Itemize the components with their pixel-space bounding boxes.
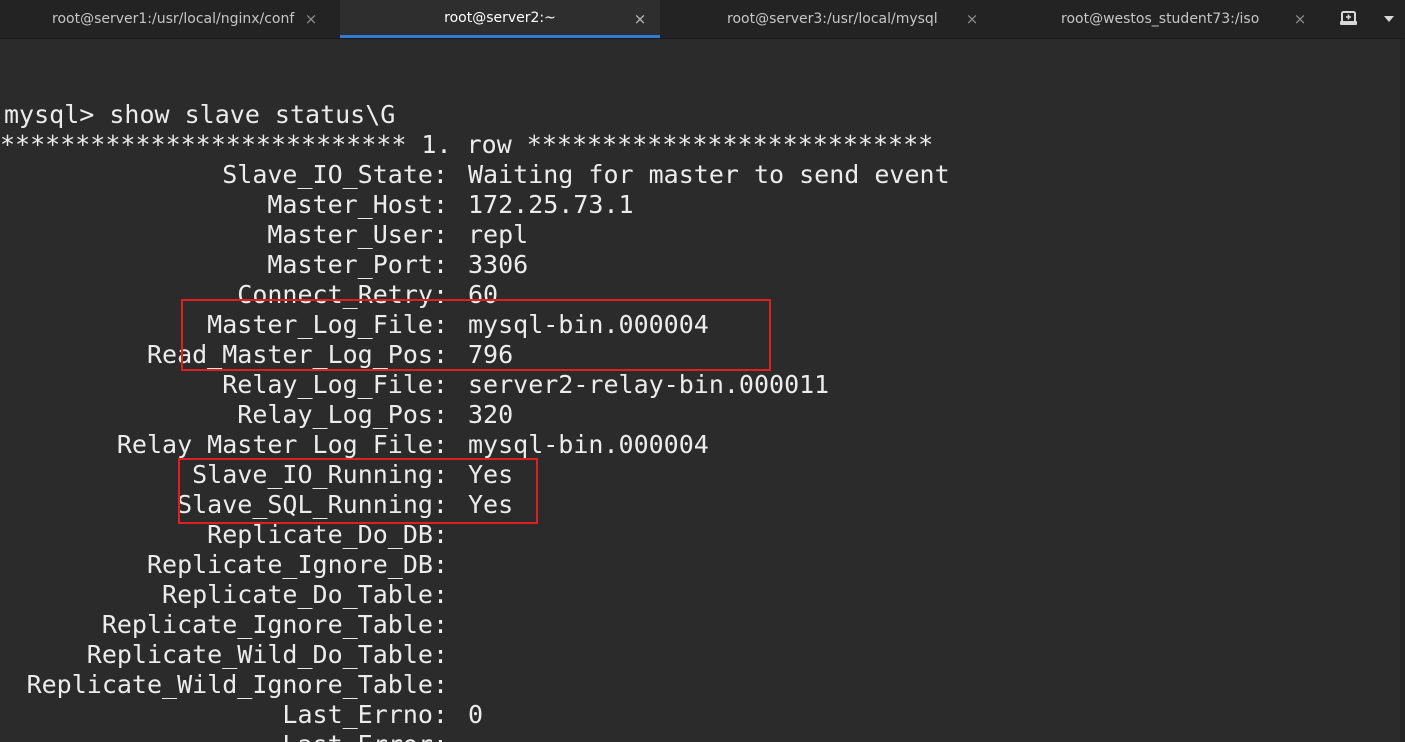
- field-key: Replicate_Do_DB:: [207, 520, 448, 549]
- tab-label: root@server2:~: [444, 9, 556, 26]
- field-key: Master_User:: [267, 220, 448, 249]
- tab-server3[interactable]: root@server3:/usr/local/mysql: [660, 0, 1000, 38]
- close-icon[interactable]: ×: [302, 10, 320, 28]
- status-field-row: Last_Errno: 0: [0, 700, 1400, 730]
- field-value: 0: [468, 700, 484, 729]
- field-key: Relay_Master_Log_File:: [116, 430, 448, 459]
- field-value: 3306: [468, 250, 529, 279]
- new-tab-icon[interactable]: [1336, 8, 1362, 30]
- status-field-row: Replicate_Ignore_Table:: [0, 610, 1400, 640]
- terminal-window: root@server1:/usr/local/nginx/conf × roo…: [0, 0, 1405, 742]
- chevron-down-icon[interactable]: [1378, 8, 1400, 30]
- field-key: Relay_Log_File:: [222, 370, 448, 399]
- status-field-row: Relay_Log_Pos: 320: [0, 400, 1400, 430]
- tab-server1[interactable]: root@server1:/usr/local/nginx/conf: [0, 0, 340, 38]
- field-value: Waiting for master to send event: [468, 160, 950, 189]
- tab-server2[interactable]: root@server2:~: [340, 0, 660, 38]
- row-header: *************************** 1. row *****…: [0, 130, 934, 159]
- field-value: 320: [468, 400, 514, 429]
- status-field-row: Replicate_Ignore_DB:: [0, 550, 1400, 580]
- scrollbar[interactable]: [1400, 39, 1405, 742]
- status-field-row: Replicate_Wild_Ignore_Table:: [0, 670, 1400, 700]
- mysql-prompt: mysql> show slave status\G: [4, 100, 396, 129]
- field-key: Relay_Log_Pos:: [237, 400, 448, 429]
- field-key: Replicate_Wild_Do_Table:: [86, 640, 448, 669]
- status-field-row: Master_Host: 172.25.73.1: [0, 190, 1400, 220]
- field-key: Replicate_Wild_Ignore_Table:: [26, 670, 448, 699]
- field-key: Replicate_Ignore_DB:: [146, 550, 448, 579]
- highlight-box-log-position: [181, 299, 771, 371]
- terminal-output[interactable]: mysql> show slave status\G *************…: [0, 39, 1400, 742]
- field-key: Master_Host:: [267, 190, 448, 219]
- field-value: 172.25.73.1: [468, 190, 634, 219]
- tab-label: root@server1:/usr/local/nginx/conf: [52, 11, 295, 27]
- tab-label: root@westos_student73:/iso: [1061, 11, 1260, 27]
- status-field-row: Replicate_Do_Table:: [0, 580, 1400, 610]
- close-icon[interactable]: ×: [963, 10, 981, 28]
- field-key: Last_Error:: [282, 730, 448, 742]
- status-field-row: Replicate_Wild_Do_Table:: [0, 640, 1400, 670]
- tab-label: root@server3:/usr/local/mysql: [727, 11, 938, 27]
- status-field-row: Master_Port: 3306: [0, 250, 1400, 280]
- tab-bar: root@server1:/usr/local/nginx/conf × roo…: [0, 0, 1405, 39]
- field-key: Replicate_Do_Table:: [162, 580, 448, 609]
- highlight-box-slave-running: [178, 458, 538, 524]
- field-key: Slave_IO_State:: [222, 160, 448, 189]
- status-field-row: Relay_Master_Log_File: mysql-bin.000004: [0, 430, 1400, 460]
- field-key: Last_Errno:: [282, 700, 448, 729]
- status-field-row: Relay_Log_File: server2-relay-bin.000011: [0, 370, 1400, 400]
- field-key: Replicate_Ignore_Table:: [101, 610, 448, 639]
- status-field-row: Master_User: repl: [0, 220, 1400, 250]
- status-field-row: Last_Error:: [0, 730, 1400, 742]
- field-key: Master_Port:: [267, 250, 448, 279]
- field-value: repl: [468, 220, 529, 249]
- field-value: mysql-bin.000004: [468, 430, 709, 459]
- status-field-row: Slave_IO_State: Waiting for master to sen…: [0, 160, 1400, 190]
- close-icon[interactable]: ×: [1291, 10, 1309, 28]
- tab-westos-student73[interactable]: root@westos_student73:/iso: [1000, 0, 1325, 38]
- field-value: server2-relay-bin.000011: [468, 370, 830, 399]
- status-field-row: Replicate_Do_DB:: [0, 520, 1400, 550]
- close-icon[interactable]: ×: [631, 10, 649, 28]
